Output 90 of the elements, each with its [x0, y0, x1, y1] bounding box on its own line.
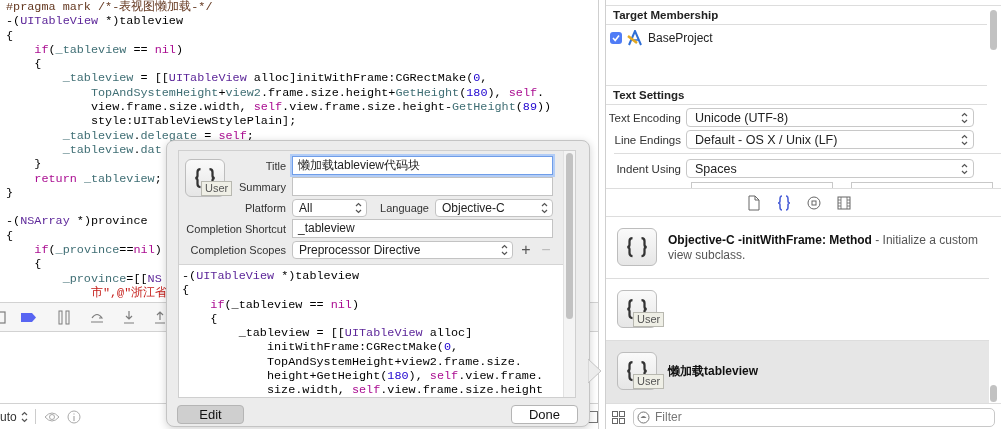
code-line: _tableview = [[UITableView alloc]initWithFrame:CGRectMake(0, — [61, 71, 488, 86]
code-line: style:UITableViewStylePlain]; — [89, 114, 297, 129]
file-tab[interactable] — [746, 194, 761, 211]
updown-chevron-icon — [960, 132, 969, 147]
step-in-icon[interactable] — [122, 309, 136, 325]
panel-toggle-icon[interactable] — [0, 309, 7, 325]
code-line: _tableview.dat — [61, 142, 162, 158]
filter-field[interactable]: Filter — [633, 407, 995, 427]
code-line: { — [182, 283, 190, 298]
field-label: Language — [380, 201, 429, 214]
grid-view-icon[interactable] — [612, 410, 625, 424]
language-select[interactable]: Objective-C — [435, 198, 553, 217]
code-line: if(_tableview == nil) — [33, 42, 184, 58]
scope-select[interactable]: Preprocessor Directive — [292, 240, 513, 259]
field-label: Summary — [237, 180, 286, 193]
braces-icon — [776, 194, 791, 211]
code-line: height+GetHeight(180), self.view.frame. — [265, 369, 544, 384]
section-header: Text Settings — [606, 86, 987, 105]
scheme-label[interactable]: uto — [0, 409, 17, 424]
code-line: { — [6, 228, 14, 244]
field-label: Completion Shortcut — [185, 222, 286, 235]
snippet-list-item[interactable]: Objective-C -initWithFrame: Method - Initialize a custom view subclass. — [606, 217, 989, 279]
setting-select[interactable]: Spaces — [686, 159, 974, 178]
updown-chevron-icon — [960, 110, 969, 125]
setting-select[interactable]: Unicode (UTF-8) — [686, 108, 974, 127]
setting-label: Indent Using — [615, 162, 682, 175]
code-line: #pragma mark /*-表视图懒加载-*/ — [6, 0, 213, 15]
check-icon — [612, 34, 620, 42]
snippet-text: Objective-C -initWithFrame: Method - Initialize a custom view subclass. — [668, 232, 978, 263]
code-line: 市",@"浙江省 — [89, 285, 168, 301]
step-out-icon[interactable] — [153, 309, 167, 325]
pause-icon[interactable] — [58, 309, 70, 325]
code-line: view.frame.size.width, self.view.frame.size.height-GetHeight(89)) — [89, 100, 552, 115]
field-label: Title — [264, 159, 286, 172]
user-badge: User — [633, 373, 665, 389]
setting-label: Line Endings — [613, 133, 682, 146]
scroll-thumb[interactable] — [566, 153, 573, 319]
checkbox[interactable] — [610, 32, 622, 44]
code-line: _province=[[NS — [61, 271, 162, 286]
code-line: { — [33, 57, 42, 72]
code-line: if(_tableview == nil) — [209, 297, 360, 312]
snippet-text: 懒加载tableview — [668, 364, 760, 379]
code-line: return _tableview; — [33, 171, 162, 186]
code-line: size.width, self.view.frame.size.height — [265, 383, 544, 397]
user-badge: User — [633, 311, 665, 327]
target-circle-icon — [806, 194, 821, 211]
text-field[interactable]: _tableview — [292, 219, 553, 238]
code-line: } — [33, 157, 42, 172]
done-button[interactable]: Done — [511, 405, 578, 424]
code-line: -(UITableView *)tableview — [6, 14, 183, 29]
code-line: _tableview = [[UITableView alloc] — [237, 326, 473, 341]
target-circle-tab[interactable] — [806, 194, 821, 211]
file-icon — [746, 194, 761, 211]
code-line: { — [33, 257, 42, 272]
updown-chevron-icon — [960, 161, 969, 176]
field-label: Completion Scopes — [189, 243, 286, 256]
platform-select[interactable]: All — [292, 198, 367, 217]
code-line: { — [209, 311, 218, 327]
code-line: TopAndSystemHeight+view2.frame.size. — [265, 354, 522, 370]
code-line: initWithFrame:CGRectMake(0, — [265, 340, 459, 355]
eye-icon[interactable] — [43, 410, 60, 423]
code-line: { — [6, 28, 14, 43]
snippet-list-item[interactable]: User 懒加载tableview — [606, 341, 989, 403]
scroll-thumb[interactable] — [990, 385, 997, 402]
code-line: if(_province==nil) — [33, 243, 162, 258]
braces-tab[interactable] — [776, 194, 791, 211]
app-icon — [627, 30, 643, 46]
code-line: -(UITableView *)tableview — [182, 269, 359, 284]
code-line: _tableview.delegate = self; — [61, 128, 254, 143]
updown-chevron-icon — [540, 200, 549, 215]
field-label: Platform — [244, 201, 286, 214]
code-line: } — [6, 185, 14, 201]
film-strip-icon — [836, 194, 851, 211]
info-icon[interactable] — [66, 409, 81, 424]
section-header: Target Membership — [606, 6, 987, 25]
target-name: BaseProject — [648, 31, 713, 45]
add-button[interactable]: + — [519, 241, 533, 258]
updown-chevron-icon — [500, 242, 509, 257]
code-line: -(NSArray *)province — [6, 214, 148, 229]
setting-label: Text Encoding — [607, 111, 682, 124]
user-badge: User — [201, 181, 233, 196]
film-strip-tab[interactable] — [836, 194, 851, 211]
scroll-thumb[interactable] — [990, 10, 997, 50]
edit-button[interactable]: Edit — [177, 405, 244, 424]
updown-chevron-icon — [354, 200, 363, 215]
text-field[interactable] — [292, 177, 553, 196]
code-line: TopAndSystemHeight+view2.frame.size.height+GetHeight(180), self. — [89, 85, 545, 101]
text-field[interactable]: 懒加载tableview代码块 — [292, 156, 553, 175]
setting-select[interactable]: Default - OS X / Unix (LF) — [686, 130, 974, 149]
updown-chevron-icon — [19, 409, 29, 424]
